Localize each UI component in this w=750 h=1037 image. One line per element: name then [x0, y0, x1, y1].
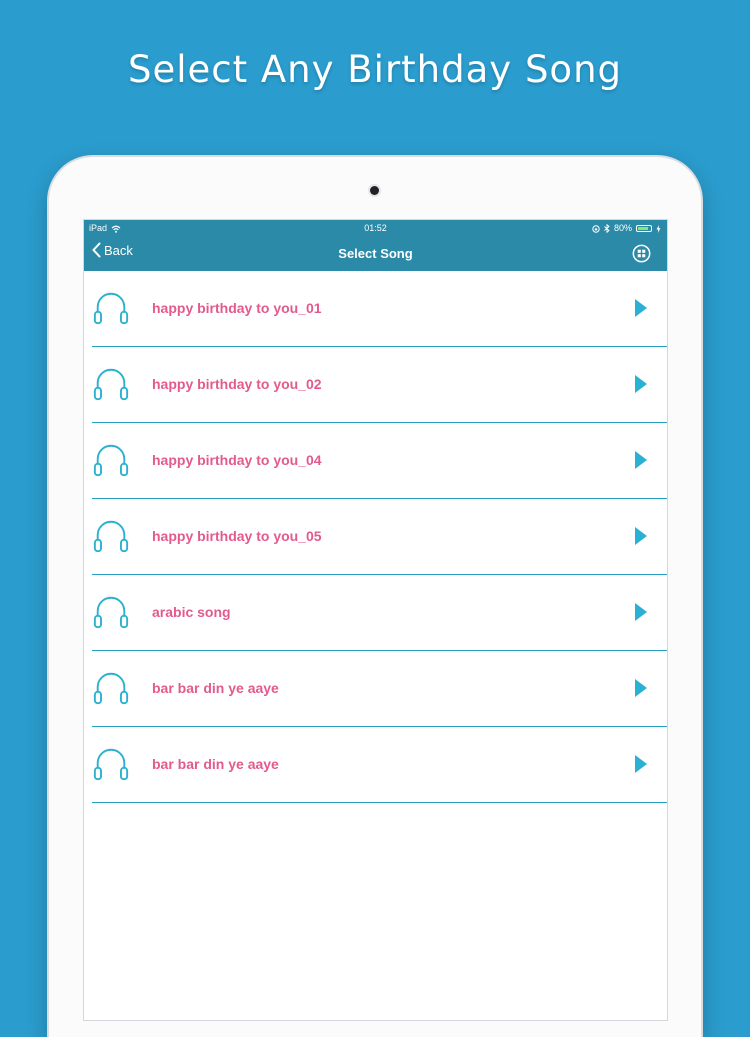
song-row[interactable]: happy birthday to you_02 — [92, 347, 667, 423]
play-icon[interactable] — [635, 299, 647, 317]
song-list: happy birthday to you_01 happy birthday … — [84, 271, 667, 803]
nav-bar: Back Select Song — [84, 237, 667, 271]
headphones-icon — [93, 596, 129, 629]
song-row[interactable]: bar bar din ye aaye — [92, 651, 667, 727]
app-screen: iPad 01:52 80% Back Select Song happy bi… — [83, 219, 668, 1021]
grid-icon[interactable] — [632, 244, 651, 263]
play-icon[interactable] — [635, 679, 647, 697]
headphones-icon — [93, 292, 129, 325]
headphones-icon — [93, 520, 129, 553]
song-title: bar bar din ye aaye — [152, 756, 279, 772]
battery-percent: 80% — [613, 223, 632, 233]
headphones-icon — [93, 444, 129, 477]
song-title: happy birthday to you_01 — [152, 300, 322, 316]
orientation-lock-icon — [592, 224, 600, 233]
song-title: happy birthday to you_04 — [152, 452, 322, 468]
song-row[interactable]: happy birthday to you_01 — [92, 271, 667, 347]
play-icon[interactable] — [635, 451, 647, 469]
status-bar: iPad 01:52 80% — [84, 220, 667, 237]
play-icon[interactable] — [635, 603, 647, 621]
nav-title: Select Song — [338, 246, 413, 261]
play-icon[interactable] — [635, 527, 647, 545]
camera-icon — [370, 186, 379, 195]
charging-icon — [656, 224, 661, 233]
bluetooth-icon — [604, 224, 610, 233]
play-icon[interactable] — [635, 755, 647, 773]
headphones-icon — [93, 368, 129, 401]
top-bar: iPad 01:52 80% Back Select Song — [84, 220, 667, 271]
song-title: happy birthday to you_05 — [152, 528, 322, 544]
song-title: arabic song — [152, 604, 231, 620]
song-title: happy birthday to you_02 — [152, 376, 322, 392]
song-row[interactable]: bar bar din ye aaye — [92, 727, 667, 803]
song-row[interactable]: happy birthday to you_04 — [92, 423, 667, 499]
ipad-frame: iPad 01:52 80% Back Select Song happy bi… — [49, 157, 701, 1037]
song-row[interactable]: happy birthday to you_05 — [92, 499, 667, 575]
headphones-icon — [93, 748, 129, 781]
status-right: 80% — [592, 220, 661, 237]
headphones-icon — [93, 672, 129, 705]
song-row[interactable]: arabic song — [92, 575, 667, 651]
promo-title: Select Any Birthday Song — [127, 48, 623, 91]
battery-icon — [636, 225, 652, 232]
play-icon[interactable] — [635, 375, 647, 393]
status-time: 01:52 — [364, 223, 387, 233]
song-title: bar bar din ye aaye — [152, 680, 279, 696]
battery-level — [638, 227, 648, 230]
